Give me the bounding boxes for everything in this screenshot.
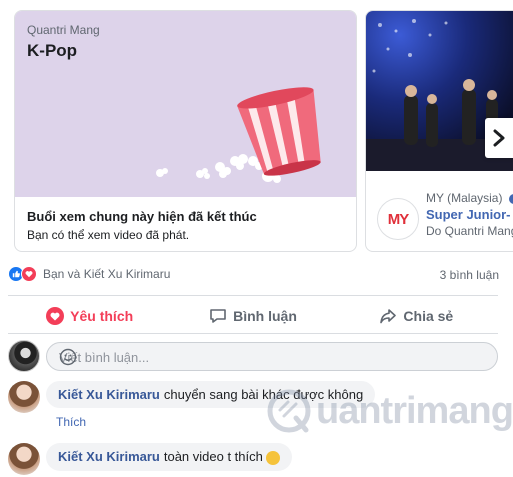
reaction-summary[interactable]: Bạn và Kiết Xu Kirimaru (8, 266, 170, 282)
live-video-carousel: Quantri Mang K-Pop Buổi xem chung này hi… (0, 0, 513, 258)
avatar[interactable] (8, 340, 40, 372)
comment-input[interactable]: Viết bình luận... (46, 342, 498, 371)
verified-badge-icon (508, 193, 513, 204)
love-button[interactable]: Yêu thích (8, 299, 171, 333)
comment-composer: Viết bình luận... (8, 340, 498, 372)
comment-count[interactable]: 3 bình luận (440, 268, 499, 282)
heart-icon (46, 307, 65, 325)
watermark-logo-icon (267, 389, 311, 433)
watch-party-card[interactable]: Quantri Mang K-Pop Buổi xem chung này hi… (14, 10, 357, 252)
avatar[interactable] (8, 381, 40, 413)
page-name: Quantri Mang (27, 23, 100, 37)
comment-button[interactable]: Bình luận (171, 299, 334, 333)
watch-party-status: Buổi xem chung này hiện đã kết thúc (27, 209, 257, 224)
comment-like-link[interactable]: Thích (56, 415, 86, 429)
page-name-text: MY (Malaysia) (426, 191, 503, 205)
chevron-right-icon[interactable] (485, 118, 513, 158)
action-bar: Yêu thích Bình luận Chia sẻ (8, 299, 498, 333)
comment-icon (209, 307, 227, 325)
divider (8, 295, 498, 296)
video-title: K-Pop (27, 41, 78, 60)
comment-bubble: Kiết Xu Kirimaru toàn video t thích (46, 443, 292, 471)
winking-emoji-icon (265, 450, 280, 465)
emoji-icon[interactable] (59, 348, 489, 369)
comment-button-label: Bình luận (233, 308, 297, 324)
comment-author[interactable]: Kiết Xu Kirimaru (58, 449, 160, 464)
avatar[interactable] (8, 443, 40, 475)
watermark: uantrimang (266, 388, 513, 434)
share-button-label: Chia sẻ (403, 308, 454, 324)
share-icon (379, 307, 397, 325)
love-button-label: Yêu thích (70, 308, 134, 324)
video-title-link[interactable]: Super Junior- (426, 207, 511, 222)
share-button[interactable]: Chia sẻ (335, 299, 498, 333)
popcorn-illustration (15, 11, 356, 197)
comment-text: toàn video t thích (163, 449, 263, 464)
reaction-names: Bạn và Kiết Xu Kirimaru (43, 267, 171, 281)
watch-party-subtitle: Bạn có thể xem video đã phát. (27, 228, 190, 242)
video-source: Do Quantri Mang (426, 224, 513, 238)
love-reaction-icon (21, 266, 37, 282)
comment-item: Kiết Xu Kirimaru toàn video t thích (8, 443, 498, 477)
watermark-text: uantrimang (316, 389, 513, 432)
page-name: MY (Malaysia) (426, 191, 513, 205)
page-logo: MY (377, 198, 419, 240)
comment-author[interactable]: Kiết Xu Kirimaru (58, 387, 160, 402)
divider (8, 333, 498, 334)
